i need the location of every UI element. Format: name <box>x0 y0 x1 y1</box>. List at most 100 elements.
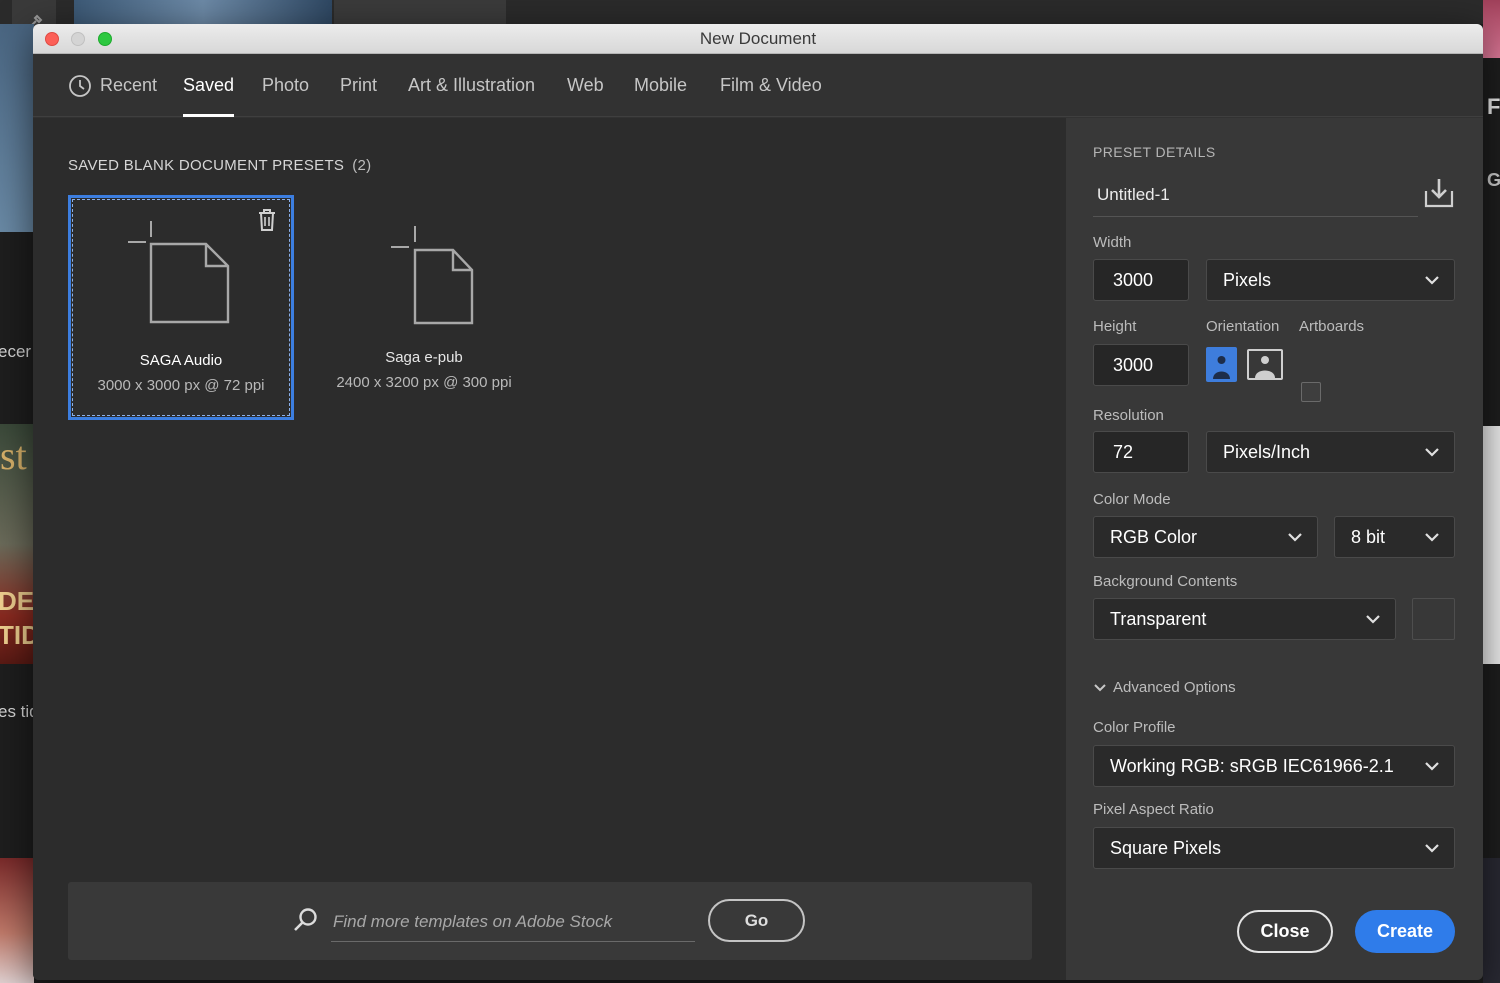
presets-heading-text: SAVED BLANK DOCUMENT PRESETS <box>68 157 345 174</box>
background-thumb-top <box>74 0 332 24</box>
magazine-text-1: st <box>0 433 27 478</box>
tab-photo[interactable]: Photo <box>262 54 309 117</box>
chevron-down-icon <box>1288 533 1302 542</box>
chevron-down-icon <box>1425 533 1439 542</box>
landscape-orientation-button[interactable] <box>1247 349 1283 380</box>
background-color-swatch[interactable] <box>1412 598 1455 640</box>
create-button[interactable]: Create <box>1355 910 1455 953</box>
tab-web[interactable]: Web <box>567 54 604 117</box>
width-unit-dropdown[interactable]: Pixels <box>1206 259 1455 301</box>
height-input[interactable]: 3000 <box>1093 344 1189 386</box>
tab-label: Mobile <box>634 75 688 95</box>
preset-details-panel: PRESET DETAILS Untitled-1 Width 3000 Pix… <box>1066 118 1483 980</box>
preset-card-saga-audio[interactable]: SAGA Audio 3000 x 3000 px @ 72 ppi <box>68 195 294 420</box>
go-button[interactable]: Go <box>708 899 805 942</box>
tab-label: Saved <box>183 75 235 95</box>
tab-art-illustration[interactable]: Art & Illustration <box>408 54 535 117</box>
chevron-down-icon <box>1366 615 1380 624</box>
orientation-label: Orientation <box>1206 318 1280 335</box>
color-mode-value: RGB Color <box>1110 526 1198 547</box>
background-label-1: ecer <box>0 342 32 361</box>
color-profile-value: Working RGB: sRGB IEC61966-2.1 <box>1110 755 1394 776</box>
landscape-icon <box>1255 356 1275 378</box>
artboards-checkbox[interactable] <box>1301 382 1321 402</box>
preset-name: Saga e-pub <box>385 349 463 366</box>
chevron-down-icon <box>1425 276 1439 285</box>
background-thumb-right-1 <box>1483 0 1500 58</box>
color-mode-dropdown[interactable]: RGB Color <box>1093 516 1318 558</box>
width-unit-value: Pixels <box>1223 269 1272 290</box>
background-contents-dropdown[interactable]: Transparent <box>1093 598 1396 640</box>
new-document-dialog: New Document Recent Saved Photo Print Ar… <box>33 24 1483 980</box>
background-thumb-magazine: st DEL TID <box>0 424 34 664</box>
advanced-options-label: Advanced Options <box>1113 679 1236 696</box>
preset-details-heading: PRESET DETAILS <box>1093 144 1216 160</box>
tab-label: Art & Illustration <box>408 75 536 95</box>
tab-recent[interactable]: Recent <box>68 54 157 117</box>
chevron-down-icon <box>1425 762 1439 771</box>
blank-document-icon <box>128 221 230 324</box>
adobe-stock-search-bar: Go <box>68 882 1032 960</box>
tab-label: Photo <box>262 75 310 95</box>
background-contents-value: Transparent <box>1110 608 1207 629</box>
stock-search-input[interactable] <box>331 902 695 942</box>
category-tabs: Recent Saved Photo Print Art & Illustrat… <box>33 54 1483 117</box>
tab-film-video[interactable]: Film & Video <box>720 54 822 117</box>
color-profile-dropdown[interactable]: Working RGB: sRGB IEC61966-2.1 <box>1093 745 1455 787</box>
magazine-text-2: DEL <box>0 586 34 616</box>
chevron-down-icon <box>1094 683 1106 691</box>
magazine-text-3: TID <box>0 620 34 650</box>
save-preset-icon[interactable] <box>1423 177 1455 209</box>
advanced-options-toggle[interactable]: Advanced Options <box>1093 679 1236 696</box>
preset-name: SAGA Audio <box>139 352 223 369</box>
pixel-aspect-ratio-value: Square Pixels <box>1110 837 1222 858</box>
background-thumb-top-2 <box>334 0 506 24</box>
bit-depth-dropdown[interactable]: 8 bit <box>1334 516 1455 558</box>
presets-heading: SAVED BLANK DOCUMENT PRESETS (2) <box>68 157 371 174</box>
background-right-letter-2: G <box>1487 170 1500 190</box>
preset-dimensions: 3000 x 3000 px @ 72 ppi <box>97 377 265 394</box>
tab-print[interactable]: Print <box>340 54 377 117</box>
preset-dimensions: 2400 x 3200 px @ 300 ppi <box>336 374 512 391</box>
portrait-icon <box>1208 349 1235 380</box>
chevron-down-icon <box>1425 844 1439 853</box>
background-right-letter-1: F <box>1487 94 1500 119</box>
tab-saved[interactable]: Saved <box>183 54 235 117</box>
resolution-label: Resolution <box>1093 407 1164 424</box>
background-thumb-right-doc <box>1483 426 1500 664</box>
background-thumb-left-1 <box>0 24 34 232</box>
tab-label: Film & Video <box>720 75 822 95</box>
clock-icon <box>69 74 91 97</box>
width-input[interactable]: 3000 <box>1093 259 1189 301</box>
resolution-input[interactable]: 72 <box>1093 431 1189 473</box>
window-title: New Document <box>699 29 817 48</box>
background-thumb-right-2 <box>1483 858 1500 983</box>
tab-label: Print <box>340 75 378 95</box>
tab-label: Web <box>567 75 604 95</box>
chevron-down-icon <box>1425 448 1439 457</box>
pixel-aspect-ratio-label: Pixel Aspect Ratio <box>1093 801 1214 818</box>
background-thumb-left-2 <box>0 858 34 983</box>
presets-count: (2) <box>352 157 372 174</box>
pixel-aspect-ratio-dropdown[interactable]: Square Pixels <box>1093 827 1455 869</box>
bit-depth-value: 8 bit <box>1351 526 1386 547</box>
resolution-unit-value: Pixels/Inch <box>1223 441 1311 462</box>
height-label: Height <box>1093 318 1137 335</box>
blank-document-icon <box>391 226 474 325</box>
preset-card-saga-epub[interactable]: Saga e-pub 2400 x 3200 px @ 300 ppi <box>311 195 537 420</box>
color-profile-label: Color Profile <box>1093 719 1176 736</box>
resolution-unit-dropdown[interactable]: Pixels/Inch <box>1206 431 1455 473</box>
color-mode-label: Color Mode <box>1093 491 1171 508</box>
title-bar: New Document <box>33 24 1483 54</box>
portrait-orientation-button[interactable] <box>1206 347 1237 382</box>
search-icon <box>294 908 317 931</box>
trash-icon[interactable] <box>257 208 277 232</box>
tab-label: Recent <box>100 75 158 95</box>
presets-area: SAVED BLANK DOCUMENT PRESETS (2) SAGA Aud… <box>33 118 1066 980</box>
document-name-field[interactable]: Untitled-1 <box>1093 173 1418 217</box>
background-contents-label: Background Contents <box>1093 573 1238 590</box>
width-label: Width <box>1093 234 1132 251</box>
tab-mobile[interactable]: Mobile <box>634 54 687 117</box>
close-button[interactable]: Close <box>1237 910 1333 953</box>
artboards-label: Artboards <box>1299 318 1365 335</box>
